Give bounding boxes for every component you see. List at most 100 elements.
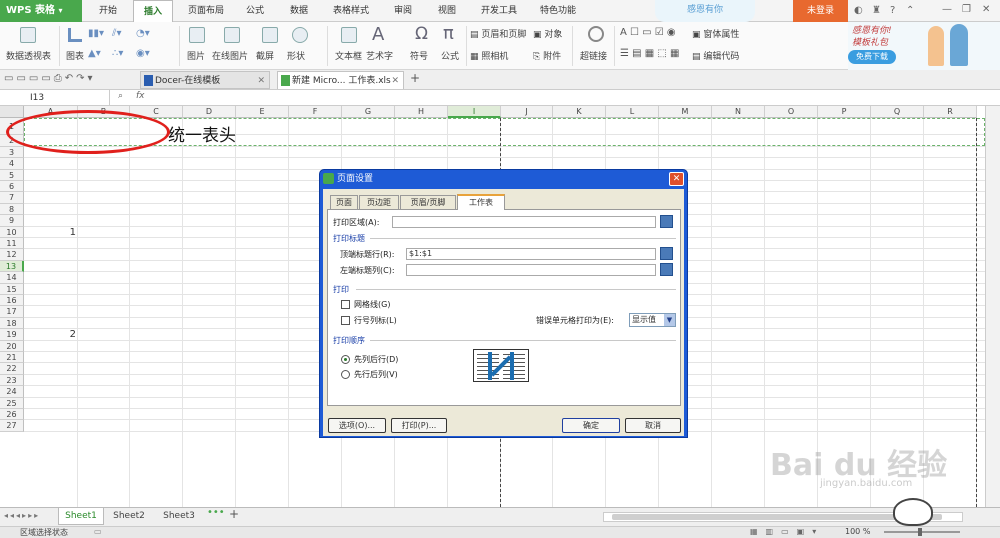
close-icon[interactable]: ✕ xyxy=(669,172,684,186)
tab-page[interactable]: 页面 xyxy=(330,195,358,209)
column-header[interactable]: N xyxy=(712,106,765,118)
sheet-tab-2[interactable]: Sheet2 xyxy=(106,508,152,525)
print-area-input[interactable] xyxy=(392,216,656,228)
column-header[interactable]: H xyxy=(395,106,448,118)
tab-review[interactable]: 审阅 xyxy=(386,0,420,22)
form-controls-icon[interactable]: A ☐ ▭ ☑ ◉ xyxy=(620,27,676,38)
row-header[interactable]: 26 xyxy=(0,409,24,421)
hyperlink-button[interactable]: 超链接 xyxy=(580,49,607,62)
object-button[interactable]: ▣ 对象 xyxy=(533,27,562,40)
row-header[interactable]: 11 xyxy=(0,238,24,250)
row-header[interactable]: 4 xyxy=(0,158,24,170)
column-header[interactable]: L xyxy=(606,106,659,118)
sheet-tab-1[interactable]: Sheet1 xyxy=(58,508,104,525)
skin-icon[interactable]: ◐ xyxy=(854,5,863,16)
row-header[interactable]: 13 xyxy=(0,260,24,273)
print-area-range-icon[interactable] xyxy=(660,215,673,228)
row-header[interactable]: 21 xyxy=(0,352,24,364)
maximize-icon[interactable]: ❐ xyxy=(962,4,971,15)
attachment-button[interactable]: ⎘ 附件 xyxy=(533,49,561,62)
column-header[interactable]: R xyxy=(924,106,977,118)
options-button[interactable]: 选项(O)... xyxy=(328,418,386,433)
row-header[interactable]: 6 xyxy=(0,181,24,193)
zoom-slider[interactable] xyxy=(884,528,960,536)
tab-data[interactable]: 数据 xyxy=(282,0,316,22)
column-header[interactable]: K xyxy=(553,106,606,118)
promo-banner[interactable]: 感恩有你! 模板礼包 免费下载 xyxy=(848,22,1000,70)
row-header[interactable]: 22 xyxy=(0,363,24,375)
over-then-down-radio[interactable] xyxy=(341,370,350,379)
cell-errors-select[interactable]: 显示值 ▼ xyxy=(629,313,676,327)
column-header[interactable]: Q xyxy=(871,106,924,118)
tab-developer[interactable]: 开发工具 xyxy=(474,0,524,22)
symbol-button[interactable]: 符号 xyxy=(410,49,428,62)
online-picture-button[interactable]: 在线图片 xyxy=(212,49,248,62)
left-cols-range-icon[interactable] xyxy=(660,263,673,276)
close-tab-icon[interactable]: ✕ xyxy=(257,72,265,90)
formula-button[interactable]: 公式 xyxy=(441,49,459,62)
row-header[interactable]: 18 xyxy=(0,317,24,330)
tab-special[interactable]: 特色功能 xyxy=(533,0,583,22)
shape-button[interactable]: 形状 xyxy=(287,49,305,62)
row-header[interactable]: 25 xyxy=(0,397,24,409)
row-header[interactable]: 3 xyxy=(0,146,24,159)
row-header[interactable]: 10 xyxy=(0,226,24,238)
column-header[interactable]: I xyxy=(448,106,501,118)
row-header[interactable]: 19 xyxy=(0,329,24,341)
cell-a19[interactable]: 2 xyxy=(24,329,76,340)
cell-title[interactable]: 统一表头 xyxy=(168,121,236,146)
tab-margins[interactable]: 页边距 xyxy=(359,195,399,209)
left-cols-input[interactable] xyxy=(406,264,656,276)
column-header[interactable]: E xyxy=(236,106,289,118)
header-footer-button[interactable]: ▤ 页眉和页脚 xyxy=(470,27,526,40)
row-header[interactable]: 23 xyxy=(0,374,24,387)
top-rows-input[interactable]: $1:$1 xyxy=(406,248,656,260)
new-tab-icon[interactable]: + xyxy=(410,71,420,85)
sheet-nav-arrows-icon[interactable]: ◂◂◂▸▸▸ xyxy=(4,511,40,520)
close-tab-icon[interactable]: ✕ xyxy=(391,72,399,90)
area-chart-icon[interactable]: ▲▾ xyxy=(88,48,101,59)
gridlines-checkbox[interactable] xyxy=(341,300,350,309)
wordart-button[interactable]: 艺术字 xyxy=(366,49,393,62)
tab-insert[interactable]: 插入 xyxy=(133,0,173,22)
form-props-button[interactable]: ▣ 窗体属性 xyxy=(692,27,739,40)
close-icon[interactable]: ✕ xyxy=(982,4,990,15)
more-sheets-icon[interactable]: ••• xyxy=(207,507,225,518)
row-header[interactable]: 24 xyxy=(0,386,24,398)
chart-button[interactable]: 图表 xyxy=(66,49,84,62)
column-header[interactable]: M xyxy=(659,106,712,118)
doc-tab-docer[interactable]: Docer-在线模板 ✕ xyxy=(140,71,270,89)
pie-chart-icon[interactable]: ◔▾ xyxy=(136,28,150,39)
row-header[interactable]: 15 xyxy=(0,283,24,295)
quick-access-icons[interactable]: ▭▭▭▭⎙↶↷▾ xyxy=(4,73,96,84)
column-header[interactable]: F xyxy=(289,106,342,118)
tab-worksheet[interactable]: 工作表 xyxy=(457,194,505,210)
row-header[interactable]: 20 xyxy=(0,340,24,352)
add-sheet-icon[interactable]: + xyxy=(229,507,239,521)
tab-header-footer[interactable]: 页眉/页脚 xyxy=(400,195,456,209)
select-all-corner[interactable] xyxy=(0,106,24,118)
row-header[interactable]: 14 xyxy=(0,272,24,284)
vertical-scrollbar[interactable] xyxy=(985,106,1000,507)
row-header[interactable]: 27 xyxy=(0,420,24,432)
form-controls-2-icon[interactable]: ☰ ▤ ▦ ⬚ ▦ xyxy=(620,48,679,59)
zoom-slider-thumb[interactable] xyxy=(918,528,922,536)
tab-formula[interactable]: 公式 xyxy=(238,0,272,22)
down-then-over-radio[interactable] xyxy=(341,355,350,364)
column-header[interactable]: P xyxy=(818,106,871,118)
textbox-button[interactable]: 文本框 xyxy=(335,49,362,62)
print-button[interactable]: 打印(P)... xyxy=(391,418,447,433)
macro-icon[interactable]: ▭ xyxy=(94,527,102,536)
pivot-table-button[interactable]: 数据透视表 xyxy=(6,49,51,62)
camera-button[interactable]: ▦ 照相机 xyxy=(470,49,508,62)
column-header[interactable]: D xyxy=(183,106,236,118)
column-header[interactable]: O xyxy=(765,106,818,118)
row-header[interactable]: 5 xyxy=(0,169,24,181)
scatter-chart-icon[interactable]: ∴▾ xyxy=(112,48,123,59)
row-header[interactable]: 12 xyxy=(0,249,24,261)
other-chart-icon[interactable]: ◉▾ xyxy=(136,48,150,59)
minimize-icon[interactable]: — xyxy=(942,4,952,15)
help-icon[interactable]: ? xyxy=(890,5,895,16)
view-mode-icons[interactable]: ▦▥▭▣▾ xyxy=(750,527,824,536)
function-icon[interactable]: fx xyxy=(136,91,145,101)
